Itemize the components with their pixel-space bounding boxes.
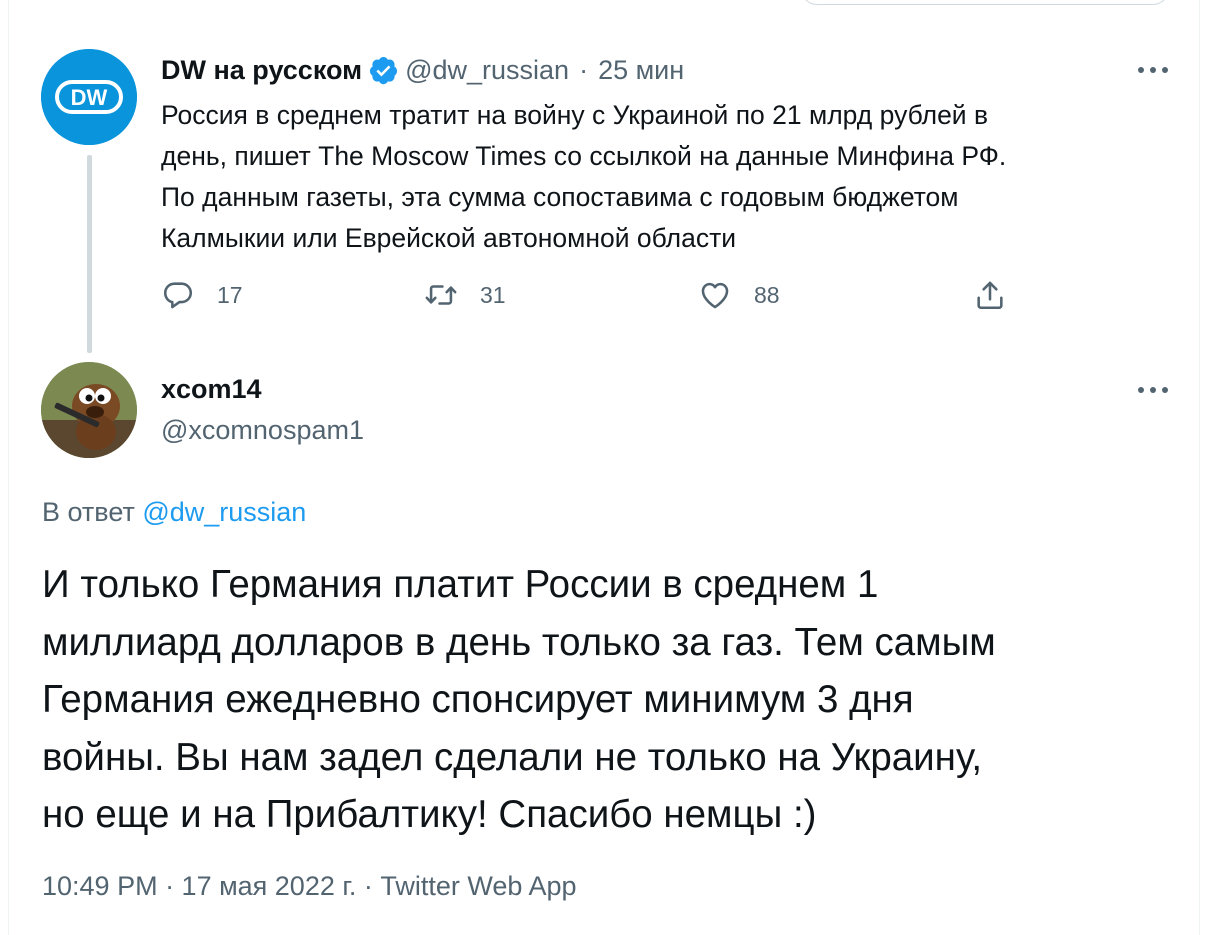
- original-tweet-header: DW на русском @dw_russian · 25 мин: [161, 52, 684, 88]
- tweet-timestamp-source[interactable]: 10:49 PM · 17 мая 2022 г. · Twitter Web …: [42, 866, 577, 906]
- svg-text:DW: DW: [71, 85, 108, 110]
- like-button[interactable]: 88: [698, 278, 780, 312]
- share-button[interactable]: [973, 278, 1029, 312]
- reply-text-line: миллиард долларов в день только за газ. …: [42, 620, 996, 664]
- retweet-count: 31: [480, 281, 506, 308]
- xcom14-avatar[interactable]: [41, 362, 137, 458]
- author-name[interactable]: DW на русском: [161, 55, 362, 86]
- reply-text-line: но еще и на Прибалтику! Спасибо немцы :): [42, 793, 817, 836]
- timeline-left-border: [8, 0, 9, 935]
- more-dot-icon: [1150, 387, 1156, 393]
- reply-text-line: И только Германия платит России в средне…: [42, 563, 879, 606]
- reply-to-handle-link[interactable]: @dw_russian: [142, 497, 306, 527]
- reply-count: 17: [217, 281, 243, 308]
- retweet-icon: [425, 285, 457, 305]
- reply-more-options-button[interactable]: [1138, 385, 1168, 395]
- like-count: 88: [754, 281, 780, 308]
- more-dot-icon: [1138, 67, 1144, 73]
- tweet-time-ago[interactable]: 25 мин: [598, 55, 684, 86]
- reply-text-line: войны. Вы нам задел сделали не только на…: [42, 735, 983, 779]
- reply-button[interactable]: 17: [161, 278, 243, 312]
- more-dot-icon: [1138, 387, 1144, 393]
- share-icon: [977, 281, 1003, 310]
- tweet-text-line: По данным газеты, эта сумма сопоставима …: [161, 182, 959, 212]
- dw-avatar[interactable]: DW: [41, 49, 137, 145]
- heart-icon: [701, 282, 729, 309]
- cartoon-character-avatar-icon: [41, 362, 137, 458]
- tweet-text-line: Россия в среднем тратит на войну с Украи…: [161, 100, 989, 130]
- timeline-right-border: [1199, 0, 1200, 935]
- more-options-button[interactable]: [1138, 65, 1168, 75]
- replying-to: В ответ @dw_russian: [42, 492, 306, 532]
- tweet-text-line: день, пишет The Moscow Times со ссылкой …: [161, 141, 1007, 171]
- thread-connector-line: [87, 155, 92, 353]
- reply-text-line: Германия ежедневно спонсирует минимум 3 …: [42, 678, 914, 721]
- top-button-edge[interactable]: [800, 0, 1170, 5]
- header-separator: ·: [579, 54, 589, 85]
- original-tweet-text: Россия в среднем тратит на войну с Украи…: [161, 95, 1161, 259]
- reply-author-name[interactable]: xcom14: [161, 371, 262, 407]
- verified-badge-icon: [370, 56, 398, 84]
- dw-logo-icon: DW: [41, 49, 137, 145]
- author-handle[interactable]: @dw_russian: [405, 55, 569, 86]
- tweet-text-line: Калмыкии или Еврейской автономной област…: [161, 223, 737, 253]
- reply-icon: [163, 282, 193, 309]
- reply-tweet-text: И только Германия платит России в средне…: [42, 556, 1192, 844]
- more-dot-icon: [1150, 67, 1156, 73]
- reply-author-handle[interactable]: @xcomnospam1: [161, 412, 364, 448]
- retweet-button[interactable]: 31: [424, 278, 506, 312]
- more-dot-icon: [1162, 67, 1168, 73]
- reply-to-prefix: В ответ: [42, 497, 135, 527]
- more-dot-icon: [1162, 387, 1168, 393]
